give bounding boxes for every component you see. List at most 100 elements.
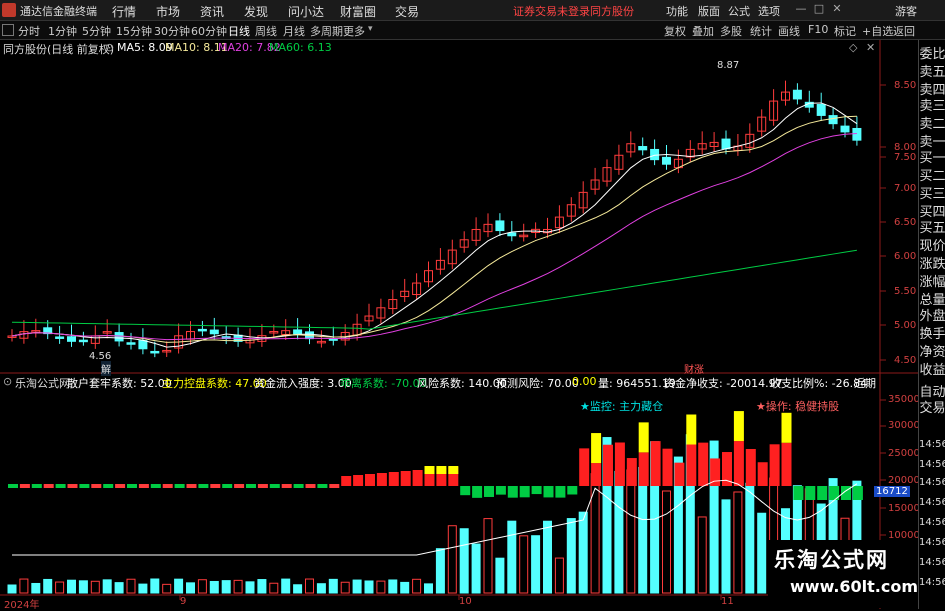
price-tick: 6.00 bbox=[894, 251, 917, 262]
side-panel-item[interactable]: 14:56 bbox=[919, 576, 945, 590]
side-panel-item[interactable]: 14:56 bbox=[919, 536, 945, 550]
volume-bar bbox=[67, 579, 76, 594]
side-panel-item[interactable]: 收益 bbox=[919, 364, 945, 378]
candle-body bbox=[507, 232, 517, 237]
indicator-bar bbox=[222, 484, 233, 488]
side-panel-item[interactable]: 现价 bbox=[919, 240, 945, 254]
side-panel-item[interactable]: 14:56 bbox=[919, 438, 945, 452]
volume-bar bbox=[745, 482, 755, 594]
side-panel-item[interactable]: 委比 bbox=[919, 48, 945, 62]
ma-line bbox=[11, 132, 857, 341]
volume-bar bbox=[519, 535, 529, 594]
volume-bar bbox=[531, 535, 541, 594]
value-tick: 25000 bbox=[888, 448, 920, 459]
candlesticks bbox=[7, 80, 862, 358]
side-panel-item[interactable]: 卖三 bbox=[919, 100, 945, 114]
event-earnings[interactable]: 财涨 bbox=[684, 361, 704, 376]
side-panel-item[interactable]: 买一 bbox=[919, 152, 945, 166]
indicator-bar bbox=[484, 486, 494, 497]
operation-label: ★操作: 稳健持股 bbox=[756, 400, 840, 413]
indicator-bar bbox=[8, 484, 18, 488]
volume-bar bbox=[138, 583, 148, 594]
side-panel-item[interactable]: 卖二 bbox=[919, 118, 945, 132]
side-panel-item[interactable]: 买五 bbox=[919, 222, 945, 236]
indicator-bar bbox=[805, 486, 816, 500]
side-panel-item[interactable]: 14:56 bbox=[919, 476, 945, 490]
price-tick: 5.00 bbox=[894, 320, 917, 331]
side-panel-item[interactable]: 卖四 bbox=[919, 84, 945, 98]
side-panel-item[interactable]: 卖五 bbox=[919, 66, 945, 80]
volume-bar bbox=[554, 557, 564, 594]
indicator-bar bbox=[603, 444, 613, 486]
indicator-bar bbox=[400, 471, 411, 486]
volume-bar bbox=[638, 466, 648, 594]
indicator-bar bbox=[626, 458, 637, 486]
indicator-bar bbox=[269, 484, 280, 488]
side-panel-item[interactable]: 买四 bbox=[919, 206, 945, 220]
side-panel-item[interactable]: 14:56 bbox=[919, 556, 945, 570]
volume-bar bbox=[186, 582, 195, 594]
volume-bar bbox=[578, 511, 588, 594]
volume-bar bbox=[43, 578, 53, 594]
indicator-bar bbox=[103, 484, 114, 488]
price-tick: 5.50 bbox=[894, 286, 917, 297]
indicator-bar bbox=[388, 472, 399, 486]
candle-body bbox=[792, 89, 802, 100]
indicator-bar bbox=[79, 484, 90, 488]
side-panel-item[interactable]: 14:56 bbox=[919, 516, 945, 530]
side-panel-item[interactable]: 涨幅 bbox=[919, 276, 945, 290]
side-panel-item[interactable]: 买三 bbox=[919, 188, 945, 202]
volume-bar bbox=[566, 518, 576, 594]
indicator-bar bbox=[781, 412, 792, 443]
indicator-bar bbox=[234, 484, 245, 488]
side-panel-item[interactable]: 换手 bbox=[919, 328, 945, 342]
side-panel-item[interactable]: 14:56 bbox=[919, 458, 945, 472]
stock-chart[interactable] bbox=[0, 0, 945, 609]
price-tick: 4.50 bbox=[894, 355, 917, 366]
volume-bar bbox=[78, 580, 88, 594]
volume-bar bbox=[245, 581, 255, 594]
indicator-bar bbox=[55, 484, 66, 488]
volume-bar bbox=[757, 512, 767, 594]
indicator-bar bbox=[698, 442, 709, 486]
indicator-bar bbox=[662, 448, 673, 486]
side-panel-item[interactable]: 外盘 bbox=[919, 310, 945, 324]
indicator-bar bbox=[650, 441, 661, 486]
volume-bar bbox=[543, 520, 552, 594]
value-tick: 30000 bbox=[888, 420, 920, 431]
side-panel-item[interactable]: 净资 bbox=[919, 346, 945, 360]
side-panel-item[interactable]: 自动 bbox=[919, 386, 945, 400]
indicator-bar bbox=[781, 442, 792, 486]
date-label: 10 bbox=[459, 596, 472, 607]
indicator-bar bbox=[448, 466, 459, 474]
volume-bar bbox=[352, 579, 362, 594]
volume-bar bbox=[55, 581, 65, 594]
date-label: 11 bbox=[721, 596, 734, 607]
indicator-bar bbox=[579, 448, 590, 486]
indicator-bar bbox=[19, 484, 30, 488]
price-tick: 7.00 bbox=[894, 183, 917, 194]
price-tick: 6.50 bbox=[894, 217, 917, 228]
indicator-bar bbox=[341, 476, 352, 486]
side-panel-item[interactable]: 卖一 bbox=[919, 136, 945, 150]
volume-bar bbox=[459, 528, 469, 594]
volume-bar bbox=[126, 578, 136, 594]
indicator-bar bbox=[138, 484, 149, 488]
side-panel-item[interactable]: 买二 bbox=[919, 170, 945, 184]
side-panel-item[interactable]: 涨跌 bbox=[919, 258, 945, 272]
side-panel-item[interactable]: 总量 bbox=[919, 294, 945, 308]
indicator-bar bbox=[424, 466, 435, 474]
indicator-bar bbox=[329, 484, 340, 488]
volume-bar bbox=[316, 583, 326, 594]
volume-bar bbox=[662, 490, 671, 594]
indicator-bar bbox=[162, 484, 173, 488]
volume-bar bbox=[590, 473, 600, 594]
event-unlock[interactable]: 解 bbox=[101, 361, 111, 376]
indicator-bar bbox=[567, 486, 578, 495]
volume-bar bbox=[507, 520, 517, 594]
volume-bar bbox=[400, 581, 410, 594]
side-panel-item[interactable]: 14:56 bbox=[919, 496, 945, 510]
volume-bar bbox=[31, 582, 41, 594]
side-panel-item[interactable]: 交易 bbox=[919, 402, 945, 416]
candle-body bbox=[840, 125, 850, 133]
